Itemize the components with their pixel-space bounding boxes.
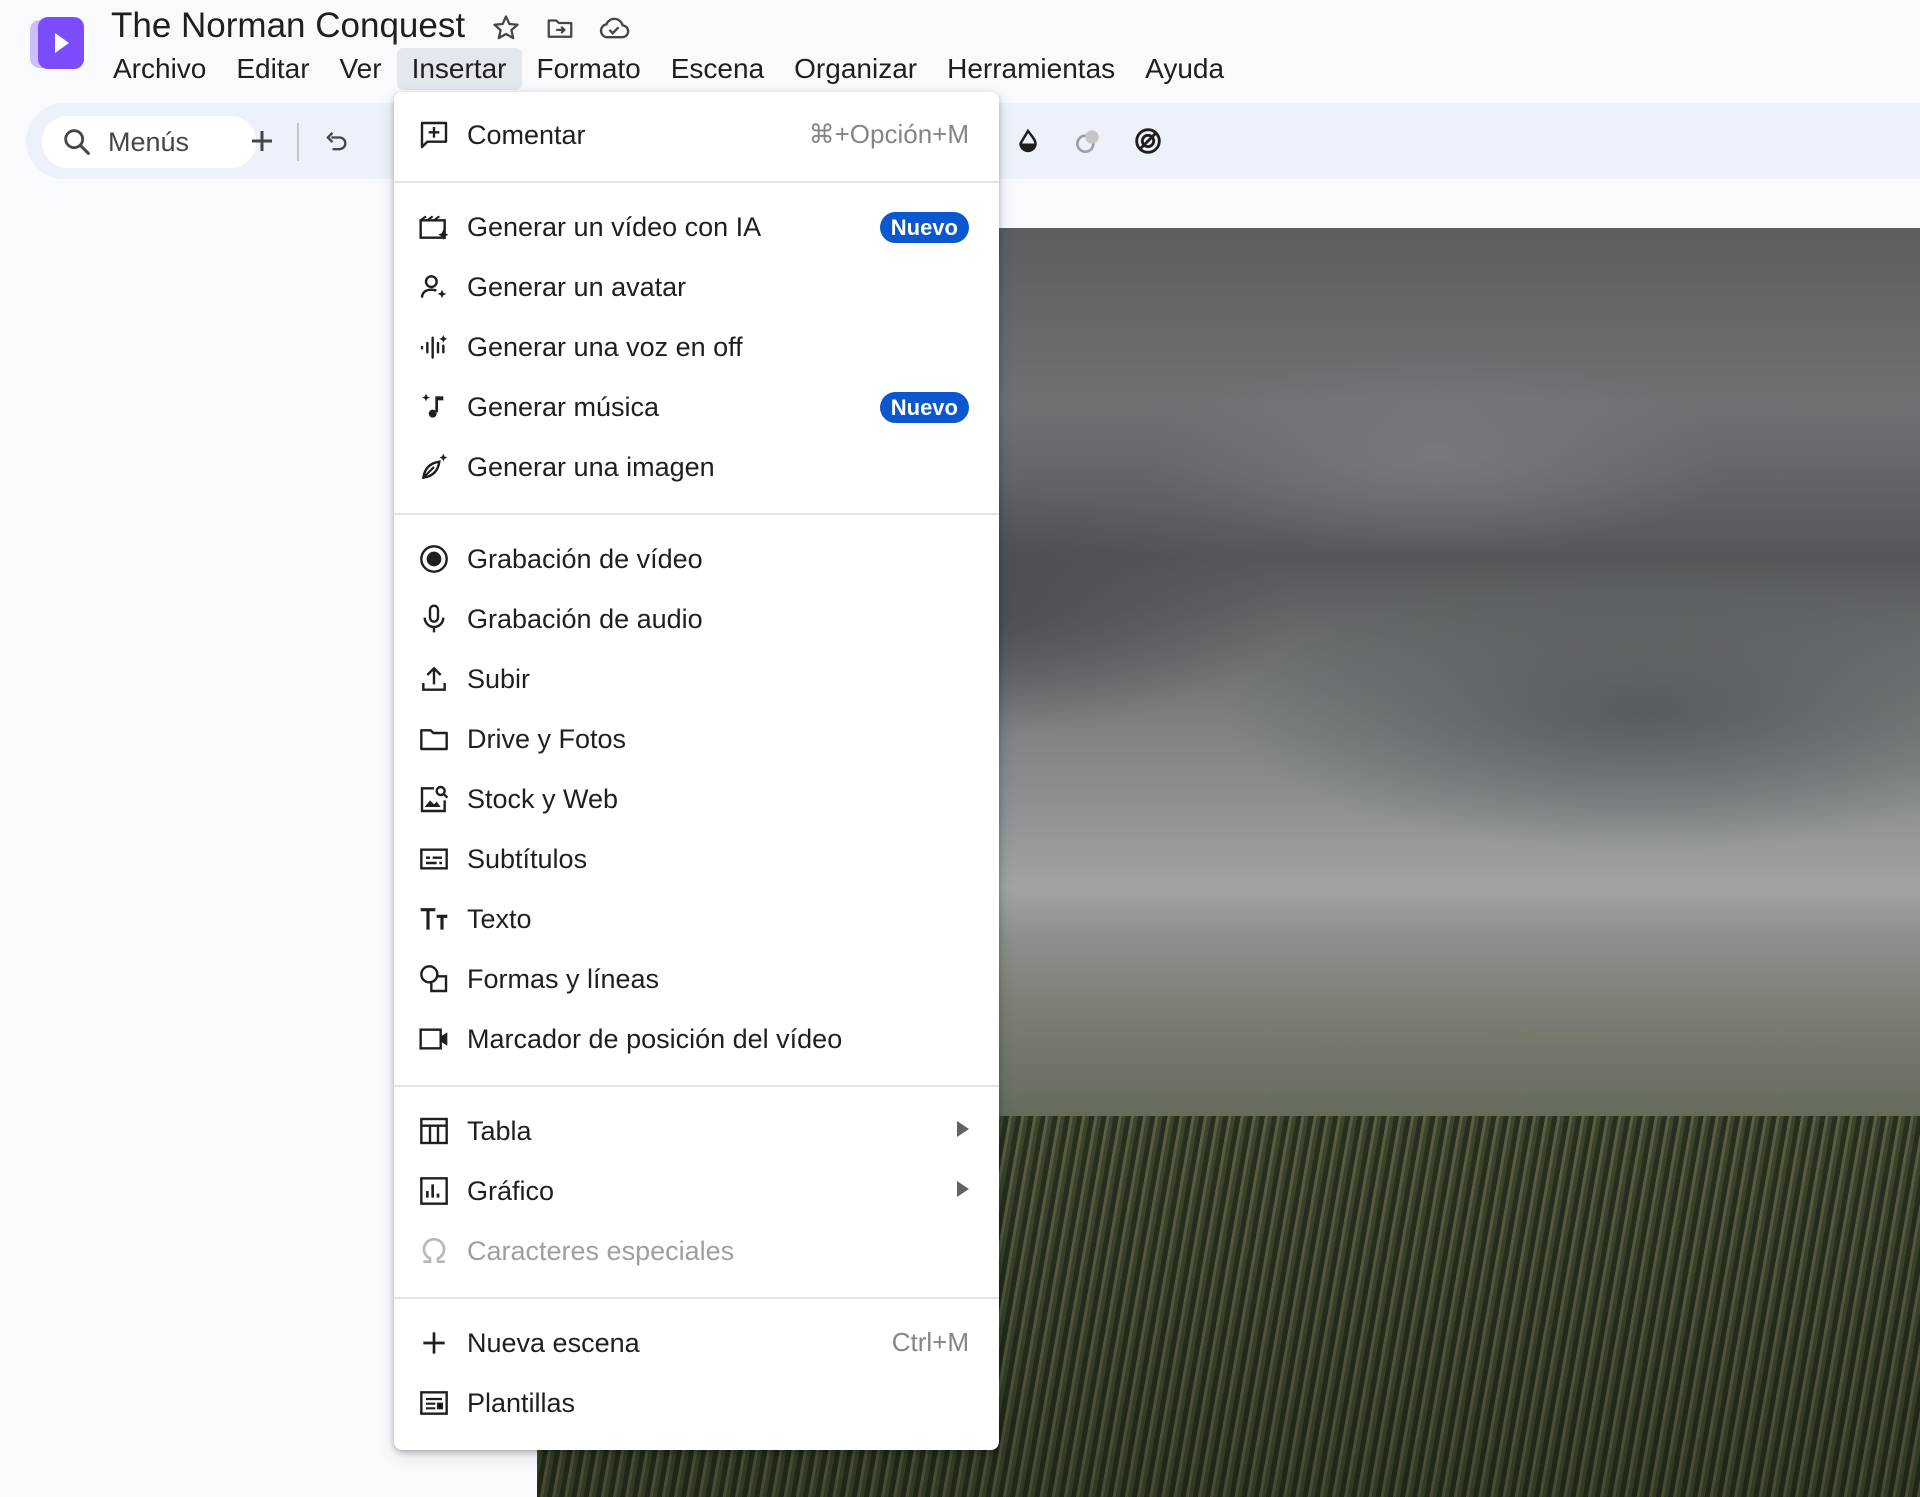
menu-item-ai-voiceover[interactable]: Generar una voz en off: [394, 319, 999, 375]
menu-separator: [394, 513, 999, 515]
new-badge: Nuevo: [879, 212, 969, 243]
video-camera-icon: [418, 1023, 450, 1055]
menu-separator: [394, 1085, 999, 1087]
menu-item-video-recording[interactable]: Grabación de vídeo: [394, 531, 999, 587]
menu-item-ai-avatar[interactable]: Generar un avatar: [394, 259, 999, 315]
menu-item-upload[interactable]: Subir: [394, 651, 999, 707]
menu-item-subtitles[interactable]: Subtítulos: [394, 831, 999, 887]
menu-item-new-scene[interactable]: Nueva escena Ctrl+M: [394, 1315, 999, 1371]
menu-item-label: Tabla: [467, 1116, 532, 1146]
menu-item-ai-music[interactable]: Generar música Nuevo: [394, 379, 999, 435]
shortcut-hint: Ctrl+M: [891, 1327, 969, 1357]
record-icon: [418, 543, 450, 575]
microphone-icon: [418, 603, 450, 635]
app-logo[interactable]: [26, 14, 86, 74]
menu-item-label: Generar una imagen: [467, 452, 715, 482]
plus-icon: [418, 1327, 450, 1359]
add-button[interactable]: [240, 119, 284, 163]
menu-organizar[interactable]: Organizar: [779, 48, 932, 90]
menu-item-label: Generar un avatar: [467, 272, 687, 302]
chart-icon: [418, 1175, 450, 1207]
effects-icon[interactable]: [1126, 119, 1170, 163]
menu-item-label: Generar un vídeo con IA: [467, 212, 762, 242]
opacity-icon[interactable]: [1066, 119, 1110, 163]
omega-icon: [418, 1235, 450, 1267]
menu-herramientas[interactable]: Herramientas: [932, 48, 1130, 90]
menu-item-label: Generar una voz en off: [467, 332, 743, 362]
submenu-arrow-icon: [957, 1181, 969, 1197]
menu-formato[interactable]: Formato: [522, 48, 656, 90]
menu-item-audio-recording[interactable]: Grabación de audio: [394, 591, 999, 647]
templates-icon: [418, 1387, 450, 1419]
ai-avatar-icon: [418, 271, 450, 303]
menu-item-label: Caracteres especiales: [467, 1236, 735, 1266]
ai-voice-icon: [418, 331, 450, 363]
move-to-folder-icon[interactable]: [542, 10, 578, 46]
menu-item-label: Subir: [467, 664, 531, 694]
text-icon: [418, 903, 450, 935]
menu-item-stock-web[interactable]: Stock y Web: [394, 771, 999, 827]
fill-color-icon[interactable]: [1006, 119, 1050, 163]
shapes-icon: [418, 963, 450, 995]
menu-item-label: Nueva escena: [467, 1328, 640, 1358]
cloud-saved-icon[interactable]: [596, 10, 632, 46]
menu-editar[interactable]: Editar: [221, 48, 324, 90]
menu-escena[interactable]: Escena: [656, 48, 779, 90]
menu-item-label: Texto: [467, 904, 532, 934]
menu-ayuda[interactable]: Ayuda: [1130, 48, 1239, 90]
menu-item-label: Formas y líneas: [467, 964, 660, 994]
menu-separator: [394, 181, 999, 183]
menu-item-label: Stock y Web: [467, 784, 619, 814]
menu-item-comment[interactable]: Comentar ⌘+Opción+M: [394, 107, 999, 163]
menu-item-label: Subtítulos: [467, 844, 588, 874]
upload-icon: [418, 663, 450, 695]
menu-bar: Archivo Editar Ver Insertar Formato Esce…: [98, 47, 1239, 91]
menu-item-label: Drive y Fotos: [467, 724, 627, 754]
folder-icon: [418, 723, 450, 755]
search-icon: [60, 125, 94, 159]
menu-ver[interactable]: Ver: [325, 48, 397, 90]
undo-icon[interactable]: [314, 119, 358, 163]
star-icon[interactable]: [488, 10, 524, 46]
ai-music-icon: [418, 391, 450, 423]
ai-video-icon: [418, 211, 450, 243]
menu-item-label: Grabación de vídeo: [467, 544, 703, 574]
toolbar-divider: [297, 123, 299, 161]
menu-item-ai-image[interactable]: Generar una imagen: [394, 439, 999, 495]
insert-menu-dropdown: Comentar ⌘+Opción+M Generar un vídeo con…: [394, 92, 999, 1450]
shortcut-hint: ⌘+Opción+M: [808, 119, 969, 149]
search-menus-label: Menús: [108, 126, 190, 157]
menu-archivo[interactable]: Archivo: [98, 48, 221, 90]
menu-item-chart[interactable]: Gráfico: [394, 1163, 999, 1219]
menu-item-ai-video[interactable]: Generar un vídeo con IA Nuevo: [394, 199, 999, 255]
menu-item-label: Grabación de audio: [467, 604, 703, 634]
menu-item-video-placeholder[interactable]: Marcador de posición del vídeo: [394, 1011, 999, 1067]
ai-image-icon: [418, 451, 450, 483]
subtitles-icon: [418, 843, 450, 875]
menu-item-special-characters: Caracteres especiales: [394, 1223, 999, 1279]
menu-insertar[interactable]: Insertar: [396, 48, 522, 90]
submenu-arrow-icon: [957, 1121, 969, 1137]
new-badge: Nuevo: [879, 392, 969, 423]
menu-item-label: Plantillas: [467, 1388, 576, 1418]
menu-separator: [394, 1297, 999, 1299]
menu-item-label: Comentar: [467, 120, 586, 150]
menu-item-label: Gráfico: [467, 1176, 555, 1206]
menu-item-label: Generar música: [467, 392, 660, 422]
menu-item-table[interactable]: Tabla: [394, 1103, 999, 1159]
menu-item-drive-photos[interactable]: Drive y Fotos: [394, 711, 999, 767]
search-menus-input[interactable]: Menús: [42, 116, 256, 168]
menu-item-templates[interactable]: Plantillas: [394, 1375, 999, 1431]
add-comment-icon: [418, 119, 450, 151]
menu-item-shapes-lines[interactable]: Formas y líneas: [394, 951, 999, 1007]
image-search-icon: [418, 783, 450, 815]
table-icon: [418, 1115, 450, 1147]
menu-item-label: Marcador de posición del vídeo: [467, 1024, 843, 1054]
menu-item-text[interactable]: Texto: [394, 891, 999, 947]
document-title[interactable]: The Norman Conquest: [111, 4, 465, 48]
